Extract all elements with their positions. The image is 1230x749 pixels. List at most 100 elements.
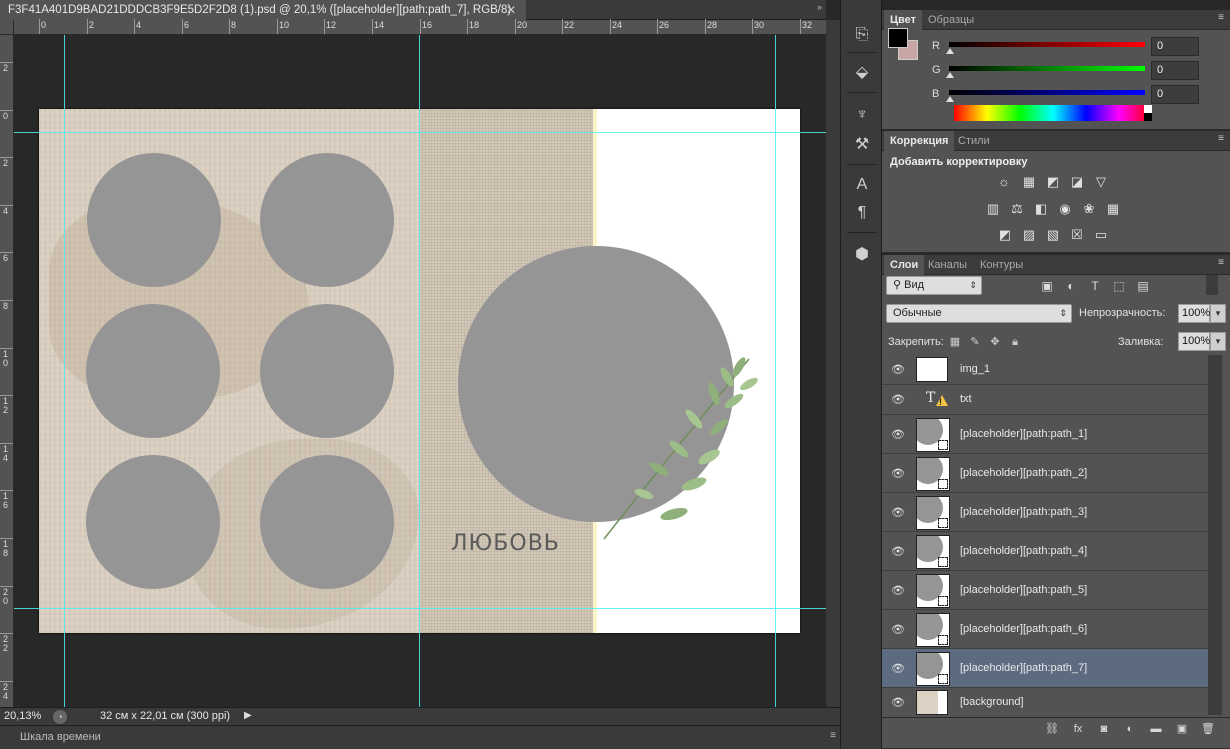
panel-menu-icon[interactable]: ≡	[1218, 257, 1224, 268]
layer-thumbnail[interactable]	[916, 612, 950, 647]
lock-position-icon[interactable]: ✥	[988, 335, 1002, 349]
placeholder-circle-path-2[interactable]	[260, 153, 394, 287]
tab-channels[interactable]: Каналы	[922, 255, 973, 275]
blend-mode-select[interactable]: Обычные ⇕	[886, 304, 1072, 323]
layer-row[interactable]: 👁︎ [placeholder][path:path_4]	[882, 532, 1208, 571]
channel-r-value[interactable]: 0	[1151, 37, 1199, 56]
gradient-map-icon[interactable]: ▭	[1092, 226, 1110, 244]
filter-toggle[interactable]	[1206, 275, 1218, 295]
filter-pixel-icon[interactable]: ▣	[1039, 278, 1055, 294]
tab-swatches[interactable]: Образцы	[922, 10, 980, 30]
visibility-eye-icon[interactable]: 👁︎	[891, 545, 905, 558]
layer-thumbnail[interactable]	[916, 573, 950, 608]
visibility-eye-icon[interactable]: 👁︎	[891, 467, 905, 480]
character-icon[interactable]: A	[850, 174, 874, 196]
layer-row[interactable]: 👁︎ [placeholder][path:path_6]	[882, 610, 1208, 649]
layer-filter-kind-select[interactable]: ⚲ Вид ⇕	[886, 276, 982, 295]
hue-saturation-icon[interactable]: ▥	[984, 200, 1002, 218]
visibility-eye-icon[interactable]: 👁︎	[891, 428, 905, 441]
opacity-dropdown-icon[interactable]: ▾	[1210, 304, 1226, 323]
timeline-label[interactable]: Шкала времени	[20, 731, 101, 743]
guide-vertical[interactable]	[775, 35, 776, 707]
layer-row[interactable]: 👁︎ [background]	[882, 688, 1208, 718]
leaf-branch-image[interactable]	[599, 349, 759, 549]
exposure-icon[interactable]: ◪	[1068, 173, 1086, 191]
curves-icon[interactable]: ◩	[1044, 173, 1062, 191]
layer-name[interactable]: [placeholder][path:path_1]	[960, 428, 1087, 440]
posterize-icon[interactable]: ▨	[1020, 226, 1038, 244]
visibility-eye-icon[interactable]: 👁︎	[891, 662, 905, 675]
new-adjustment-icon[interactable]: ◐	[1122, 722, 1138, 736]
link-layers-icon[interactable]: ⛓	[1044, 722, 1060, 736]
panel-menu-icon[interactable]: ≡	[830, 730, 836, 741]
channel-g-value[interactable]: 0	[1151, 61, 1199, 80]
visibility-eye-icon[interactable]: 👁︎	[891, 393, 905, 406]
channel-b-track[interactable]	[949, 90, 1145, 95]
new-group-icon[interactable]: ▬	[1148, 722, 1164, 736]
visibility-eye-icon[interactable]: 👁︎	[891, 623, 905, 636]
slider-g[interactable]: G 0	[932, 61, 1222, 81]
placeholder-circle-path-6[interactable]	[260, 455, 394, 589]
layer-row[interactable]: 👁︎ img_1	[882, 355, 1208, 385]
lock-all-icon[interactable]: 🔒︎	[1008, 335, 1022, 349]
layer-row[interactable]: 👁︎ [placeholder][path:path_1]	[882, 415, 1208, 454]
guide-horizontal[interactable]	[14, 132, 826, 133]
canvas-vertical-scrollbar[interactable]	[826, 20, 840, 707]
visibility-eye-icon[interactable]: 👁︎	[891, 696, 905, 709]
slider-b[interactable]: B 0	[932, 85, 1222, 105]
brightness-contrast-icon[interactable]: ☼	[995, 173, 1013, 191]
levels-icon[interactable]: ▦	[1020, 173, 1038, 191]
status-info-icon[interactable]: ◔	[53, 710, 67, 724]
tab-overflow-icon[interactable]: »	[817, 2, 822, 12]
horizontal-ruler[interactable]: 0 2 4 6 8 10 12 14 16 18 20 22 24 26 28 30 32	[14, 19, 826, 35]
layer-style-fx-icon[interactable]: fx	[1070, 722, 1086, 736]
layer-thumbnail[interactable]	[916, 651, 950, 686]
layer-name[interactable]: [placeholder][path:path_3]	[960, 506, 1087, 518]
delete-layer-icon[interactable]: 🗑︎	[1200, 722, 1216, 736]
layer-name[interactable]: txt	[960, 393, 972, 405]
tab-adjustments[interactable]: Коррекция	[884, 131, 955, 151]
layer-name[interactable]: [placeholder][path:path_6]	[960, 623, 1087, 635]
new-layer-icon[interactable]: ▣	[1174, 722, 1190, 736]
vertical-ruler[interactable]: 2 0 2 4 6 8 1 0 1 2 1 4 1 6 1 8 2 0 2 2 2 4	[0, 35, 14, 707]
close-tab-icon[interactable]: ✕	[506, 0, 516, 20]
tab-styles[interactable]: Стили	[952, 131, 996, 151]
color-balance-icon[interactable]: ⚖	[1008, 200, 1026, 218]
tab-layers[interactable]: Слои	[884, 255, 925, 275]
slider-thumb[interactable]	[946, 48, 954, 54]
layer-thumbnail[interactable]	[916, 690, 948, 715]
lock-transparent-icon[interactable]: ▦	[948, 335, 962, 349]
layer-name[interactable]: [background]	[960, 696, 1024, 708]
add-mask-icon[interactable]: ◙	[1096, 722, 1112, 736]
canvas-text-love[interactable]: ЛЮБОВЬ	[451, 531, 560, 556]
fill-input[interactable]: 100%	[1178, 332, 1210, 351]
channel-g-track[interactable]	[949, 66, 1145, 71]
black-white-swatch[interactable]	[1144, 105, 1152, 121]
placeholder-circle-path-1[interactable]	[87, 153, 221, 287]
layers-scrollbar[interactable]	[1208, 355, 1222, 715]
slider-thumb[interactable]	[946, 72, 954, 78]
filter-type-icon[interactable]: T	[1087, 278, 1103, 294]
document-tab[interactable]: F3F41A401D9BAD21DDDCB3F9E5D2F2D8 (1).psd…	[0, 0, 526, 20]
color-lookup-icon[interactable]: ▦	[1104, 200, 1122, 218]
layer-name[interactable]: img_1	[960, 363, 990, 375]
brush-icon[interactable]: ⚒	[850, 134, 874, 156]
filter-adjustment-icon[interactable]: ◐	[1063, 278, 1079, 294]
visibility-eye-icon[interactable]: 👁︎	[891, 584, 905, 597]
zoom-level[interactable]: 20,13%	[4, 710, 48, 724]
photo-filter-icon[interactable]: ◉	[1056, 200, 1074, 218]
status-menu-arrow-icon[interactable]: ▶	[244, 710, 252, 721]
layer-thumbnail[interactable]	[916, 495, 950, 530]
layer-name[interactable]: [placeholder][path:path_4]	[960, 545, 1087, 557]
panel-menu-icon[interactable]: ≡	[1218, 12, 1224, 23]
layer-thumbnail[interactable]	[916, 456, 950, 491]
history-icon[interactable]: ⎘	[850, 24, 874, 46]
layer-name[interactable]: [placeholder][path:path_2]	[960, 467, 1087, 479]
placeholder-circle-path-5[interactable]	[86, 455, 220, 589]
selective-color-icon[interactable]: ☒	[1068, 226, 1086, 244]
layer-row[interactable]: 👁︎ [placeholder][path:path_5]	[882, 571, 1208, 610]
invert-icon[interactable]: ◩	[996, 226, 1014, 244]
slider-r[interactable]: R 0	[932, 37, 1222, 57]
guide-horizontal[interactable]	[14, 608, 826, 609]
channel-r-track[interactable]	[949, 42, 1145, 47]
